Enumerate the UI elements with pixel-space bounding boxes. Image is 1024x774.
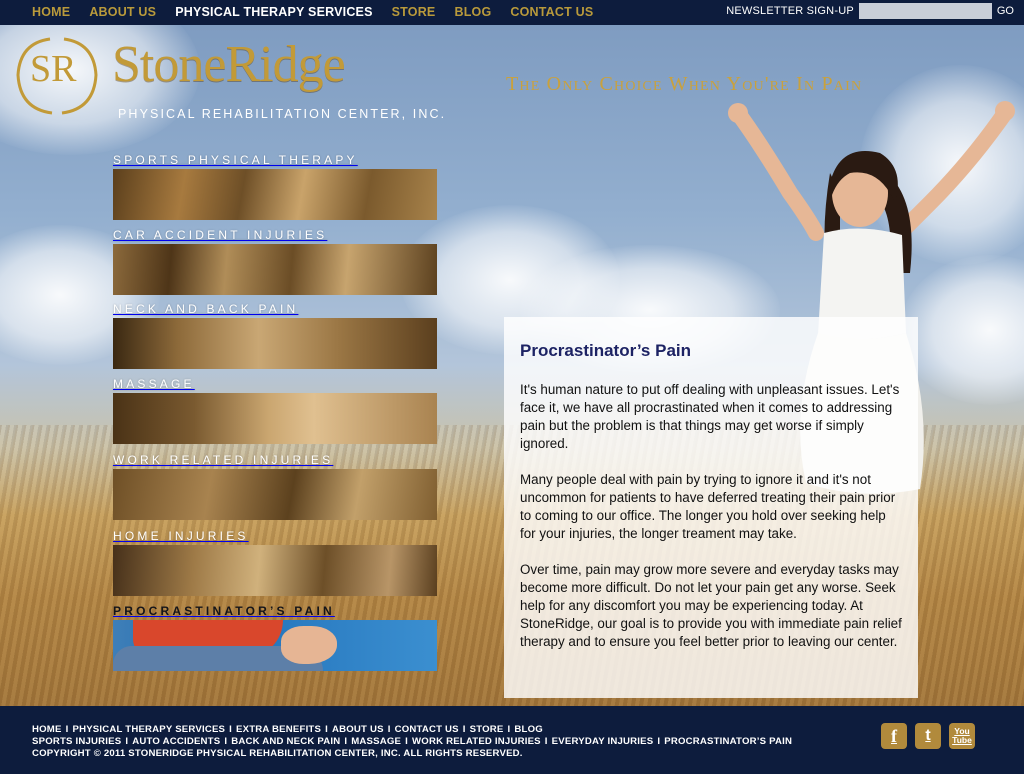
service-thumbnail-image [113, 244, 437, 295]
newsletter-signup: NEWSLETTER SIGN-UP GO [726, 3, 1014, 19]
footer-separator: I [224, 736, 228, 747]
footer-service-link[interactable]: SPORTS INJURIES [32, 736, 121, 747]
facebook-glyph: f [891, 725, 897, 746]
service-label: CAR ACCIDENT INJURIES [113, 228, 328, 242]
stoneridge-monogram-logo: SR [16, 37, 98, 115]
footer-service-link[interactable]: EVERYDAY INJURIES [552, 736, 654, 747]
monogram-text: SR [30, 48, 77, 90]
nav-about-link[interactable]: ABOUT US [89, 5, 156, 19]
service-massage[interactable]: MASSAGE [113, 377, 437, 444]
service-label: PROCRASTINATOR’S PAIN [113, 604, 335, 618]
service-thumbnail-image [113, 169, 437, 220]
service-procrastinators-pain[interactable]: PROCRASTINATOR’S PAIN [113, 604, 437, 671]
footer-main-link[interactable]: PHYSICAL THERAPY SERVICES [72, 724, 225, 735]
brand-subtitle: PHYSICAL REHABILITATION CENTER, INC. [118, 107, 447, 121]
footer-separator: I [125, 736, 129, 747]
service-thumbnail-image [113, 393, 437, 444]
main-nav: HOME ABOUT US PHYSICAL THERAPY SERVICES … [32, 5, 593, 19]
service-work-related-injuries[interactable]: WORK RELATED INJURIES [113, 453, 437, 520]
newsletter-go-button[interactable]: GO [997, 5, 1014, 17]
footer-links-row-2: SPORTS INJURIES I AUTO ACCIDENTS I BACK AND … [32, 736, 792, 747]
footer-separator: I [387, 724, 391, 735]
brand-name: StoneRidge [112, 36, 346, 93]
twitter-glyph: t [925, 727, 931, 744]
footer-separator: I [507, 724, 511, 735]
service-car-accident-injuries[interactable]: CAR ACCIDENT INJURIES [113, 228, 437, 295]
footer-separator: I [544, 736, 548, 747]
nav-contact-link[interactable]: CONTACT US [510, 5, 593, 19]
service-label: NECK AND BACK PAIN [113, 302, 299, 316]
service-label: HOME INJURIES [113, 529, 249, 543]
service-sports-physical-therapy[interactable]: SPORTS PHYSICAL THERAPY [113, 153, 437, 220]
footer-separator: I [405, 736, 409, 747]
top-nav-bar: HOME ABOUT US PHYSICAL THERAPY SERVICES … [0, 0, 1024, 25]
footer-service-link[interactable]: PROCRASTINATOR’S PAIN [664, 736, 792, 747]
footer-separator: I [325, 724, 328, 735]
footer-service-link[interactable]: AUTO ACCIDENTS [132, 736, 220, 747]
brand-tagline: The Only Choice When You're In Pain [506, 73, 863, 95]
footer-main-link[interactable]: CONTACT US [395, 724, 459, 735]
nav-blog-link[interactable]: BLOG [454, 5, 491, 19]
service-home-injuries[interactable]: HOME INJURIES [113, 529, 437, 596]
footer-service-link[interactable]: BACK AND NECK PAIN [231, 736, 340, 747]
content-paragraph: Many people deal with pain by trying to … [520, 472, 896, 541]
facebook-icon[interactable]: f [881, 723, 907, 749]
content-panel: Procrastinator’s Pain It's human nature … [504, 317, 918, 698]
footer-main-link[interactable]: ABOUT US [332, 724, 384, 735]
footer-links-row-1: HOME I PHYSICAL THERAPY SERVICES I EXTRA BEN… [32, 724, 543, 735]
footer-service-link[interactable]: MASSAGE [351, 736, 401, 747]
service-label: MASSAGE [113, 377, 195, 391]
newsletter-email-input[interactable] [858, 3, 992, 19]
service-label: SPORTS PHYSICAL THERAPY [113, 153, 358, 167]
service-thumbnail-image [113, 620, 437, 671]
nav-services-link[interactable]: PHYSICAL THERAPY SERVICES [175, 5, 372, 19]
footer-separator: I [657, 736, 661, 747]
content-paragraph: It's human nature to put off dealing wit… [520, 382, 900, 451]
page-title: Procrastinator’s Pain [520, 341, 692, 360]
nav-store-link[interactable]: STORE [392, 5, 436, 19]
footer-main-link[interactable]: EXTRA BENEFITS [236, 724, 321, 735]
youtube-icon[interactable]: You Tube [949, 723, 975, 749]
footer-service-link[interactable]: WORK RELATED INJURIES [412, 736, 541, 747]
nav-home-link[interactable]: HOME [32, 5, 70, 19]
footer-main-link[interactable]: STORE [470, 724, 504, 735]
service-label: WORK RELATED INJURIES [113, 453, 334, 467]
footer-main-link[interactable]: BLOG [514, 724, 543, 735]
footer-main-link[interactable]: HOME [32, 724, 62, 735]
footer: HOME I PHYSICAL THERAPY SERVICES I EXTRA BEN… [0, 706, 1024, 774]
footer-separator: I [462, 724, 466, 735]
newsletter-label: NEWSLETTER SIGN-UP [726, 5, 854, 17]
service-thumbnail-image [113, 545, 437, 596]
service-thumbnail-image [113, 318, 437, 369]
footer-separator: I [65, 724, 69, 735]
service-neck-and-back-pain[interactable]: NECK AND BACK PAIN [113, 302, 437, 369]
hero-background: SR StoneRidge PHYSICAL REHABILITATION CE… [0, 25, 1024, 706]
service-thumbnail-image [113, 469, 437, 520]
content-paragraph: Over time, pain may grow more severe and… [520, 562, 902, 649]
footer-separator: I [344, 736, 348, 747]
footer-separator: I [229, 724, 233, 735]
twitter-icon[interactable]: t [915, 723, 941, 749]
youtube-glyph-bottom: Tube [952, 735, 972, 745]
copyright-text: COPYRIGHT © 2011 STONERIDGE PHYSICAL REH… [32, 748, 523, 759]
